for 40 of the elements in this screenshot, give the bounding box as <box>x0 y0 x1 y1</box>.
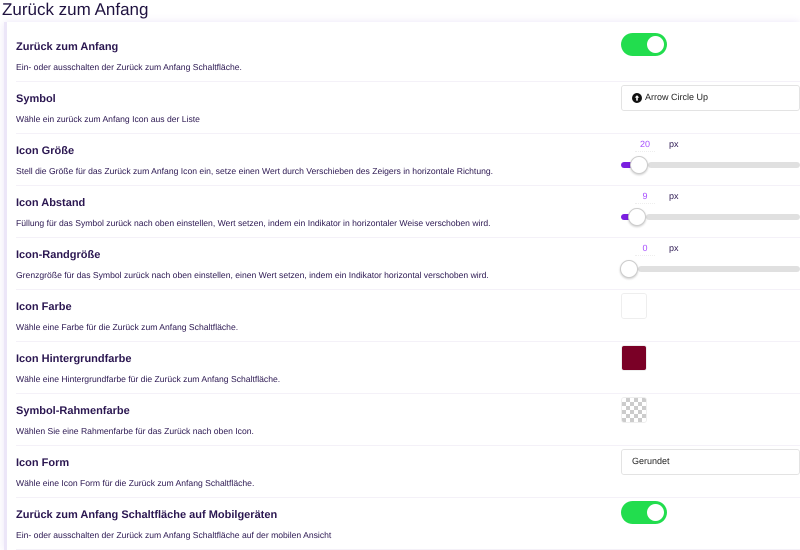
setting-title: Zurück zum Anfang <box>16 40 120 55</box>
setting-title: Icon Größe <box>16 144 76 159</box>
unit-label: px <box>669 138 679 152</box>
setting-description: Ein- oder ausschalten der Zurück zum Anfang Schaltfläche auf der mobilen Ansicht <box>16 529 332 541</box>
setting-title: Symbol <box>16 92 57 107</box>
setting-description: Grenzgröße für das Symbol zurück nach oben einstellen, einen Wert setzen, indem ein Indikator horizontal verschoben wird. <box>16 269 490 281</box>
unit-label: px <box>669 190 679 204</box>
slider-thumb[interactable] <box>628 208 646 226</box>
color-swatch[interactable] <box>621 345 647 371</box>
dropdown[interactable]: Arrow Circle Up <box>621 85 800 111</box>
toggle-switch[interactable] <box>621 33 667 56</box>
setting-description: Wähle eine Hintergrundfarbe für die Zurück zum Anfang Schaltfläche. <box>16 373 282 385</box>
setting-title: Zurück zum Anfang Schaltfläche auf Mobilgeräten <box>16 508 278 523</box>
setting-description: Wähle ein zurück zum Anfang Icon aus der Liste <box>16 113 201 125</box>
slider-track[interactable] <box>621 156 800 174</box>
setting-title: Symbol-Rahmenfarbe <box>16 404 131 419</box>
setting-title: Icon Farbe <box>16 300 73 315</box>
setting-description: Wähle eine Icon Form für die Zurück zum Anfang Schaltfläche. <box>16 477 256 489</box>
setting-title: Icon Form <box>16 456 70 471</box>
setting-description: Füllung für das Symbol zurück nach oben einstellen, Wert setzen, indem ein Indikator in horizontaler Weise verschoben wird. <box>16 217 492 229</box>
color-swatch[interactable] <box>621 397 647 423</box>
setting-description: Wählen Sie eine Rahmenfarbe für das Zurück nach oben Icon. <box>16 425 255 437</box>
unit-label: px <box>669 242 679 256</box>
value-input[interactable]: 20 <box>635 138 655 152</box>
slider-thumb[interactable] <box>630 156 648 174</box>
slider-track[interactable] <box>621 208 800 226</box>
slider-track[interactable] <box>621 260 800 278</box>
slider-thumb[interactable] <box>620 260 638 278</box>
setting-title: Icon-Randgröße <box>16 248 102 263</box>
arrow-circle-up-icon <box>632 93 642 103</box>
value-input[interactable]: 9 <box>635 190 655 204</box>
setting-description: Wähle eine Farbe für die Zurück zum Anfang Schaltfläche. <box>16 321 240 333</box>
dropdown[interactable]: Gerundet <box>621 449 800 475</box>
setting-title: Icon Abstand <box>16 196 86 211</box>
toggle-switch[interactable] <box>621 501 667 524</box>
setting-title: Icon Hintergrundfarbe <box>16 352 133 367</box>
setting-description: Ein- oder ausschalten der Zurück zum Anfang Schaltfläche. <box>16 61 243 73</box>
value-input[interactable]: 0 <box>635 242 655 256</box>
page-title: Zurück zum Anfang <box>1 0 150 20</box>
setting-description: Stell die Größe für das Zurück zum Anfang Icon ein, setze einen Wert durch Verschieben des Zeigers in horizontale Richtung. <box>16 165 494 177</box>
